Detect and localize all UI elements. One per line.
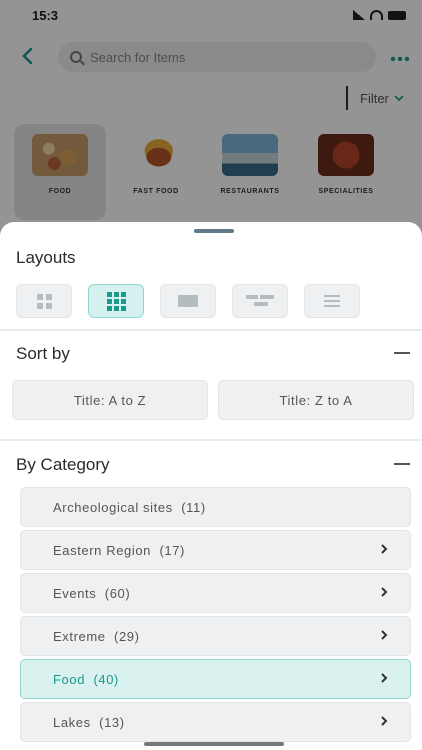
category-row-count: (60) [104,585,131,601]
detail-list-icon [246,294,274,308]
grid-2x2-icon [36,293,52,309]
grid-3x3-icon [106,291,126,311]
home-indicator[interactable] [144,742,284,746]
category-row-label: Extreme [53,628,106,644]
layout-single-button[interactable] [160,284,216,318]
chevron-right-icon [381,673,388,683]
chevron-right-icon [381,587,388,597]
category-collapse-button[interactable] [394,463,410,465]
category-row-eastern-region[interactable]: Eastern Region (17) [20,530,411,570]
category-row-archeological-sites[interactable]: Archeological sites (11) [20,487,411,527]
category-row-lakes[interactable]: Lakes (13) [20,702,411,742]
category-row-count: (11) [181,499,206,515]
category-row-count: (40) [93,671,119,687]
category-row-events[interactable]: Events (60) [20,573,411,613]
divider [0,329,422,331]
sheet-handle[interactable] [194,229,234,233]
layout-grid-2-button[interactable] [16,284,72,318]
sort-title: Sort by [16,344,70,363]
category-row-label: Lakes [53,714,91,730]
category-row-label: Eastern Region [53,542,152,558]
category-row-count: (13) [99,714,125,730]
list-lines-icon [324,295,340,307]
sort-z-a-button[interactable]: Title: Z to A [218,380,414,420]
layouts-title: Layouts [16,248,76,267]
category-row-food[interactable]: Food (40) [20,659,411,699]
sort-collapse-button[interactable] [394,352,410,354]
sort-a-z-button[interactable]: Title: A to Z [12,380,208,420]
category-row-count: (29) [114,628,140,644]
category-row-extreme[interactable]: Extreme (29) [20,616,411,656]
dim-overlay[interactable] [0,0,422,260]
category-row-count: (17) [159,542,185,558]
single-card-icon [178,295,198,307]
chevron-right-icon [381,716,388,726]
chevron-right-icon [381,630,388,640]
screen: 15:3 Search for Items Filter FOOD FAST F… [0,0,422,750]
divider [0,439,422,441]
chevron-right-icon [381,544,388,554]
layout-list-button[interactable] [304,284,360,318]
background-app: 15:3 Search for Items Filter FOOD FAST F… [0,0,422,260]
category-row-label: Archeological sites [53,499,173,515]
category-title: By Category [16,455,110,474]
bottom-sheet: Layouts Sort by Title: A to Z Title: Z t… [0,222,422,750]
category-row-label: Food [53,671,86,687]
category-row-label: Events [53,585,97,601]
layout-grid-3-button[interactable] [88,284,144,318]
layout-detail-button[interactable] [232,284,288,318]
